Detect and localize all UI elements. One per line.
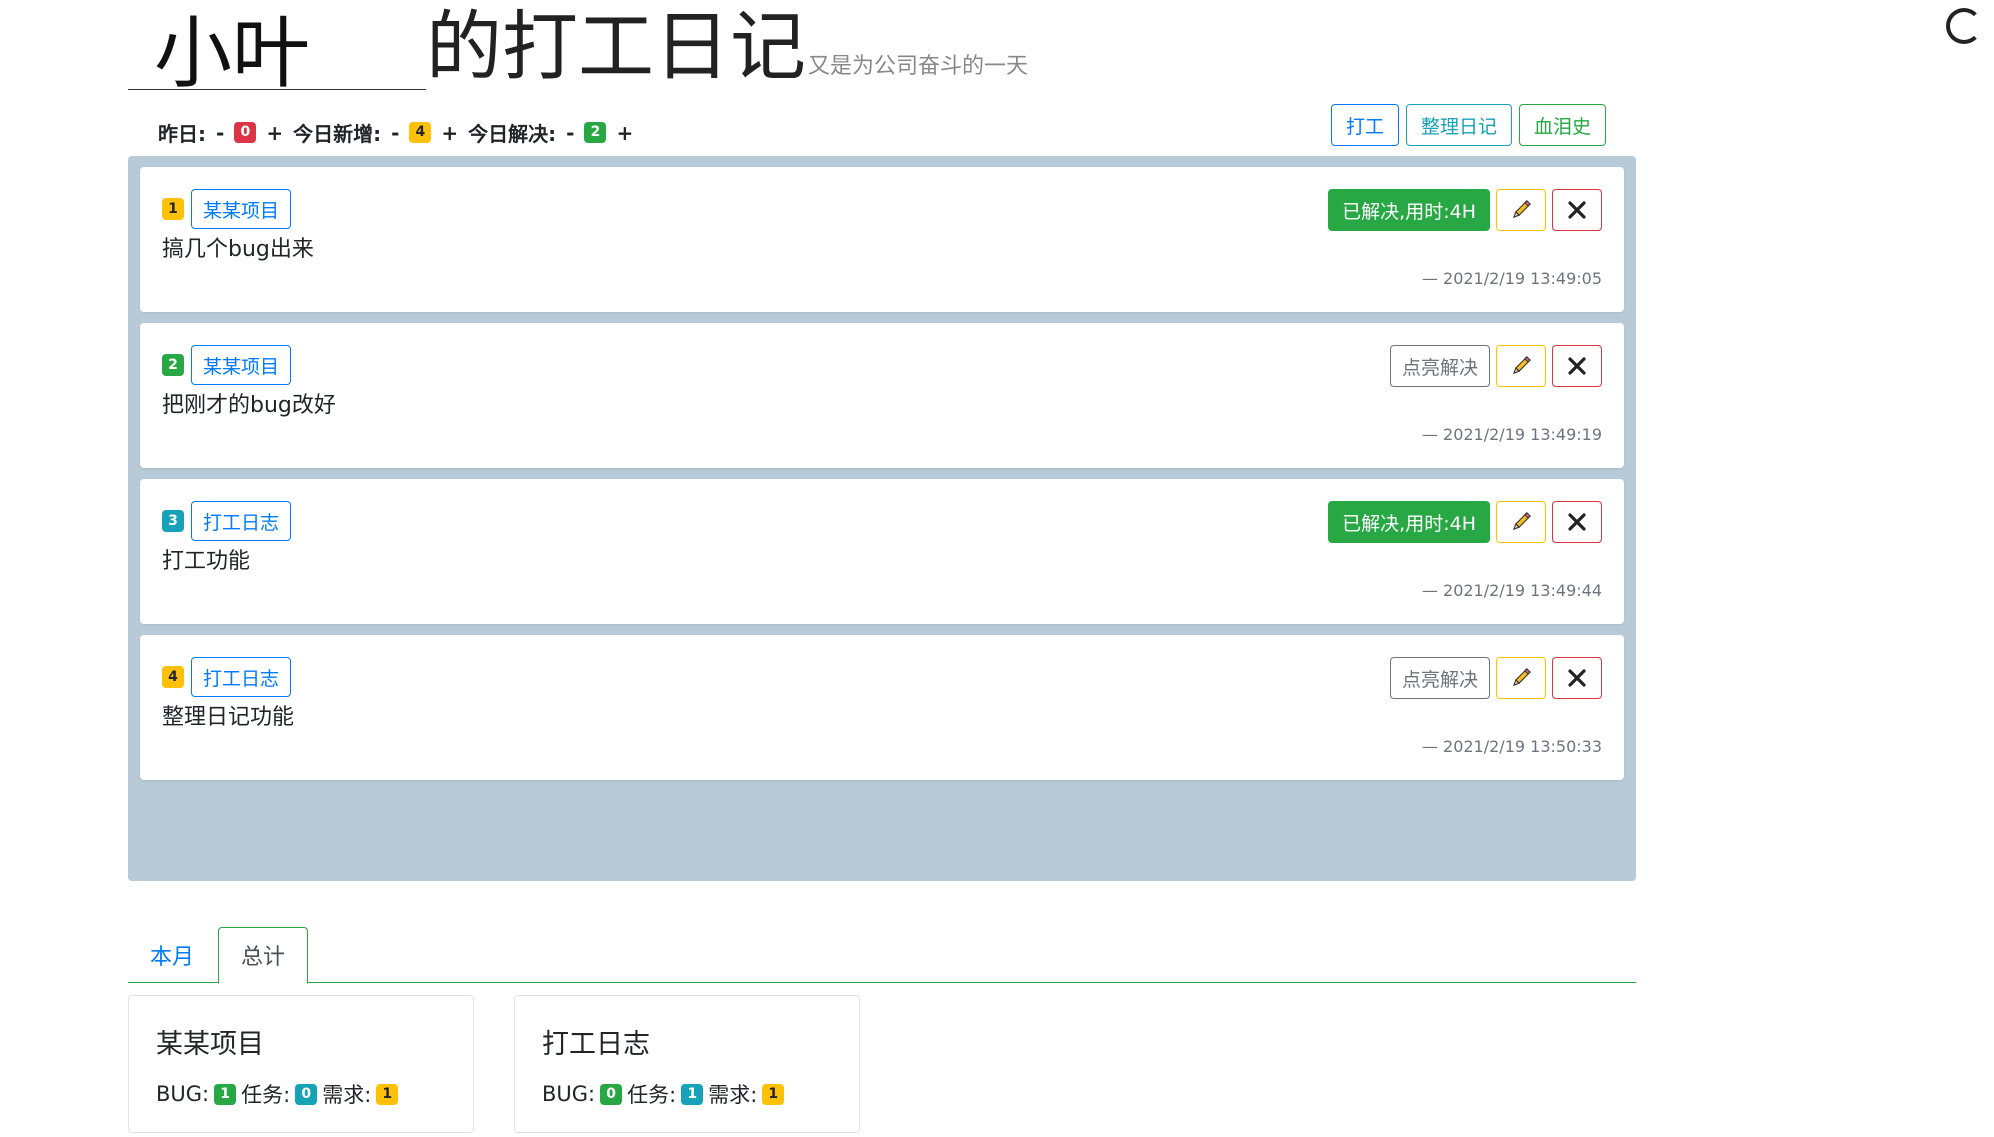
summary-card: 打工日志 BUG: 0 任务: 1 需求: 1	[514, 995, 860, 1133]
edit-button[interactable]	[1496, 657, 1546, 699]
bug-label: BUG:	[542, 1082, 596, 1106]
entry-text: 整理日记功能	[162, 705, 295, 730]
entry-list: 1 某某项目 搞几个bug出来 已解决,用时:4H — 2021/2/19 13…	[128, 156, 1636, 881]
entry-card: 1 某某项目 搞几个bug出来 已解决,用时:4H — 2021/2/19 13…	[140, 167, 1624, 312]
tab-month[interactable]: 本月	[128, 927, 216, 984]
daily-stats: 昨日: - 0 + 今日新增: - 4 + 今日解决: - 2 +	[158, 118, 637, 147]
task-count-badge: 1	[681, 1083, 704, 1105]
entry-card: 4 打工日志 整理日记功能 点亮解决 — 2021/2/19 13:50:33	[140, 635, 1624, 780]
delete-button[interactable]	[1552, 501, 1602, 543]
plus-sign: +	[266, 120, 284, 145]
new-today-count-badge: 4	[409, 122, 432, 143]
entry-actions: 已解决,用时:4H	[1328, 501, 1602, 543]
plus-sign: +	[441, 120, 459, 145]
page-container: 的打工日记又是为公司奋斗的一天 昨日: - 0 + 今日新增: - 4 + 今日…	[128, 0, 1636, 1133]
entry-index-badge: 2	[162, 354, 184, 376]
bug-count-badge: 0	[600, 1083, 623, 1105]
entry-card: 2 某某项目 把刚才的bug改好 点亮解决 — 2021/2/19 13:49:…	[140, 323, 1624, 468]
entry-card: 3 打工日志 打工功能 已解决,用时:4H — 2021/2/19 13:49:…	[140, 479, 1624, 624]
work-button[interactable]: 打工	[1330, 104, 1399, 146]
requirement-count-badge: 1	[762, 1083, 785, 1105]
history-button[interactable]: 血泪史	[1518, 104, 1606, 146]
entry-header: 1 某某项目	[162, 189, 292, 229]
summary-counts: BUG: 1 任务: 0 需求: 1	[156, 1079, 447, 1109]
entry-text: 把刚才的bug改好	[162, 393, 336, 418]
name-input[interactable]	[128, 4, 426, 90]
minus-sign: -	[566, 120, 575, 145]
close-icon	[1568, 513, 1586, 531]
new-today-label: 今日新增:	[293, 122, 382, 146]
status-button[interactable]: 点亮解决	[1389, 657, 1490, 699]
close-icon	[1568, 669, 1586, 687]
entry-timestamp: — 2021/2/19 13:49:19	[1421, 425, 1602, 444]
edit-button[interactable]	[1496, 501, 1546, 543]
summary-card: 某某项目 BUG: 1 任务: 0 需求: 1	[128, 995, 474, 1133]
delete-button[interactable]	[1552, 189, 1602, 231]
project-tag-button[interactable]: 打工日志	[191, 501, 292, 541]
entry-index-badge: 4	[162, 666, 184, 688]
summary-project-title: 打工日志	[542, 1029, 650, 1060]
title-text: 的打工日记	[426, 2, 806, 91]
close-icon	[1568, 357, 1586, 375]
entry-timestamp: — 2021/2/19 13:49:05	[1421, 269, 1602, 288]
minus-sign: -	[216, 120, 225, 145]
summary-tabs: 本月 总计	[128, 903, 1636, 984]
edit-button[interactable]	[1496, 345, 1546, 387]
entry-text: 打工功能	[162, 549, 251, 574]
task-label: 任务:	[241, 1083, 291, 1107]
project-tag-button[interactable]: 某某项目	[191, 189, 292, 229]
stats-row: 昨日: - 0 + 今日新增: - 4 + 今日解决: - 2 + 打工 整理日…	[128, 96, 1636, 156]
delete-button[interactable]	[1552, 345, 1602, 387]
project-tag-button[interactable]: 某某项目	[191, 345, 292, 385]
task-label: 任务:	[627, 1083, 677, 1107]
pencil-icon	[1512, 512, 1531, 531]
project-summary: 某某项目 BUG: 1 任务: 0 需求: 1 打工日志 BUG: 0 任务: …	[128, 995, 1636, 1133]
entry-actions: 已解决,用时:4H	[1328, 189, 1602, 231]
pencil-icon	[1512, 668, 1531, 687]
entry-timestamp: — 2021/2/19 13:50:33	[1421, 737, 1602, 756]
status-button[interactable]: 已解决,用时:4H	[1328, 501, 1490, 543]
pencil-icon	[1512, 200, 1531, 219]
status-button[interactable]: 已解决,用时:4H	[1328, 189, 1490, 231]
entry-header: 3 打工日志	[162, 501, 292, 541]
requirement-count-badge: 1	[376, 1083, 399, 1105]
entry-header: 4 打工日志	[162, 657, 292, 697]
entry-index-badge: 1	[162, 198, 184, 220]
nav-buttons: 打工 整理日记 血泪史	[1330, 104, 1606, 146]
requirement-label: 需求:	[322, 1083, 372, 1107]
entry-actions: 点亮解决	[1389, 345, 1602, 387]
summary-counts: BUG: 0 任务: 1 需求: 1	[542, 1079, 833, 1109]
solved-today-count-badge: 2	[584, 122, 607, 143]
entry-timestamp: — 2021/2/19 13:49:44	[1421, 581, 1602, 600]
pencil-icon	[1512, 356, 1531, 375]
yesterday-count-badge: 0	[234, 122, 257, 143]
bug-label: BUG:	[156, 1082, 210, 1106]
plus-sign: +	[616, 120, 634, 145]
tab-total[interactable]: 总计	[218, 926, 308, 984]
page-header: 的打工日记又是为公司奋斗的一天	[128, 0, 1636, 96]
entry-actions: 点亮解决	[1389, 657, 1602, 699]
entry-header: 2 某某项目	[162, 345, 292, 385]
organize-diary-button[interactable]: 整理日记	[1405, 104, 1512, 146]
bug-count-badge: 1	[214, 1083, 237, 1105]
entry-index-badge: 3	[162, 510, 184, 532]
delete-button[interactable]	[1552, 657, 1602, 699]
status-button[interactable]: 点亮解决	[1389, 345, 1490, 387]
yesterday-label: 昨日:	[158, 122, 206, 146]
entry-text: 搞几个bug出来	[162, 237, 314, 262]
summary-project-title: 某某项目	[156, 1029, 264, 1060]
subtitle: 又是为公司奋斗的一天	[808, 54, 1029, 79]
requirement-label: 需求:	[708, 1083, 758, 1107]
task-count-badge: 0	[295, 1083, 318, 1105]
edit-button[interactable]	[1496, 189, 1546, 231]
loading-spinner-icon	[1946, 8, 1982, 44]
project-tag-button[interactable]: 打工日志	[191, 657, 292, 697]
minus-sign: -	[391, 120, 400, 145]
solved-today-label: 今日解决:	[468, 122, 557, 146]
close-icon	[1568, 201, 1586, 219]
